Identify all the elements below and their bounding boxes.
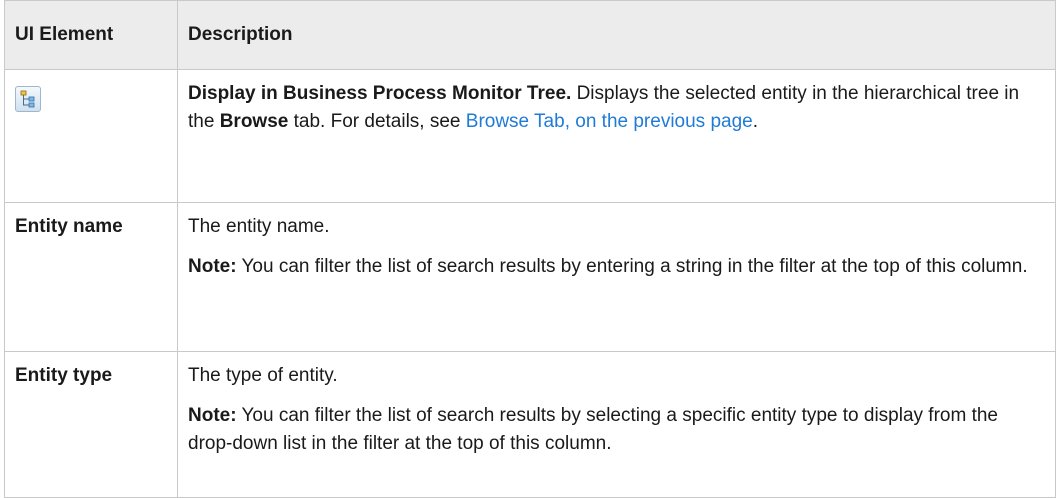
note-body: You can filter the list of search result… — [188, 405, 999, 454]
description-text: The entity name. — [188, 216, 330, 237]
description-text: Display in Business Process Monitor Tree… — [188, 80, 1045, 136]
header-description: Description — [177, 0, 1056, 70]
ui-elements-table: UI Element Description Display in Busine… — [4, 0, 1056, 498]
description-text: The type of entity. — [188, 365, 338, 386]
tree-hierarchy-icon[interactable] — [15, 86, 41, 112]
description-body-2: tab. For details, see — [288, 111, 466, 132]
description-end: . — [752, 111, 758, 132]
table-row: Entity type The type of entity. Note: Yo… — [4, 351, 1056, 498]
note-label: Note: — [188, 256, 237, 277]
element-cell: Entity type — [4, 351, 178, 498]
description-cell: The type of entity. Note: You can filter… — [177, 351, 1056, 498]
description-title: Display in Business Process Monitor Tree… — [188, 83, 572, 104]
note-body: You can filter the list of search result… — [236, 256, 1028, 277]
browse-term: Browse — [219, 111, 289, 132]
element-cell — [4, 69, 178, 203]
table-row: Entity name The entity name. Note: You c… — [4, 202, 1056, 352]
browse-tab-link[interactable]: Browse Tab, on the previous page — [466, 111, 753, 132]
description-cell: Display in Business Process Monitor Tree… — [177, 69, 1056, 203]
header-ui-element: UI Element — [4, 0, 178, 70]
table-row: Display in Business Process Monitor Tree… — [4, 69, 1056, 203]
element-cell: Entity name — [4, 202, 178, 352]
description-cell: The entity name. Note: You can filter th… — [177, 202, 1056, 352]
table-header-row: UI Element Description — [4, 0, 1056, 70]
note-label: Note: — [188, 405, 237, 426]
note-text: Note: You can filter the list of search … — [188, 253, 1045, 281]
note-text: Note: You can filter the list of search … — [188, 402, 1045, 458]
